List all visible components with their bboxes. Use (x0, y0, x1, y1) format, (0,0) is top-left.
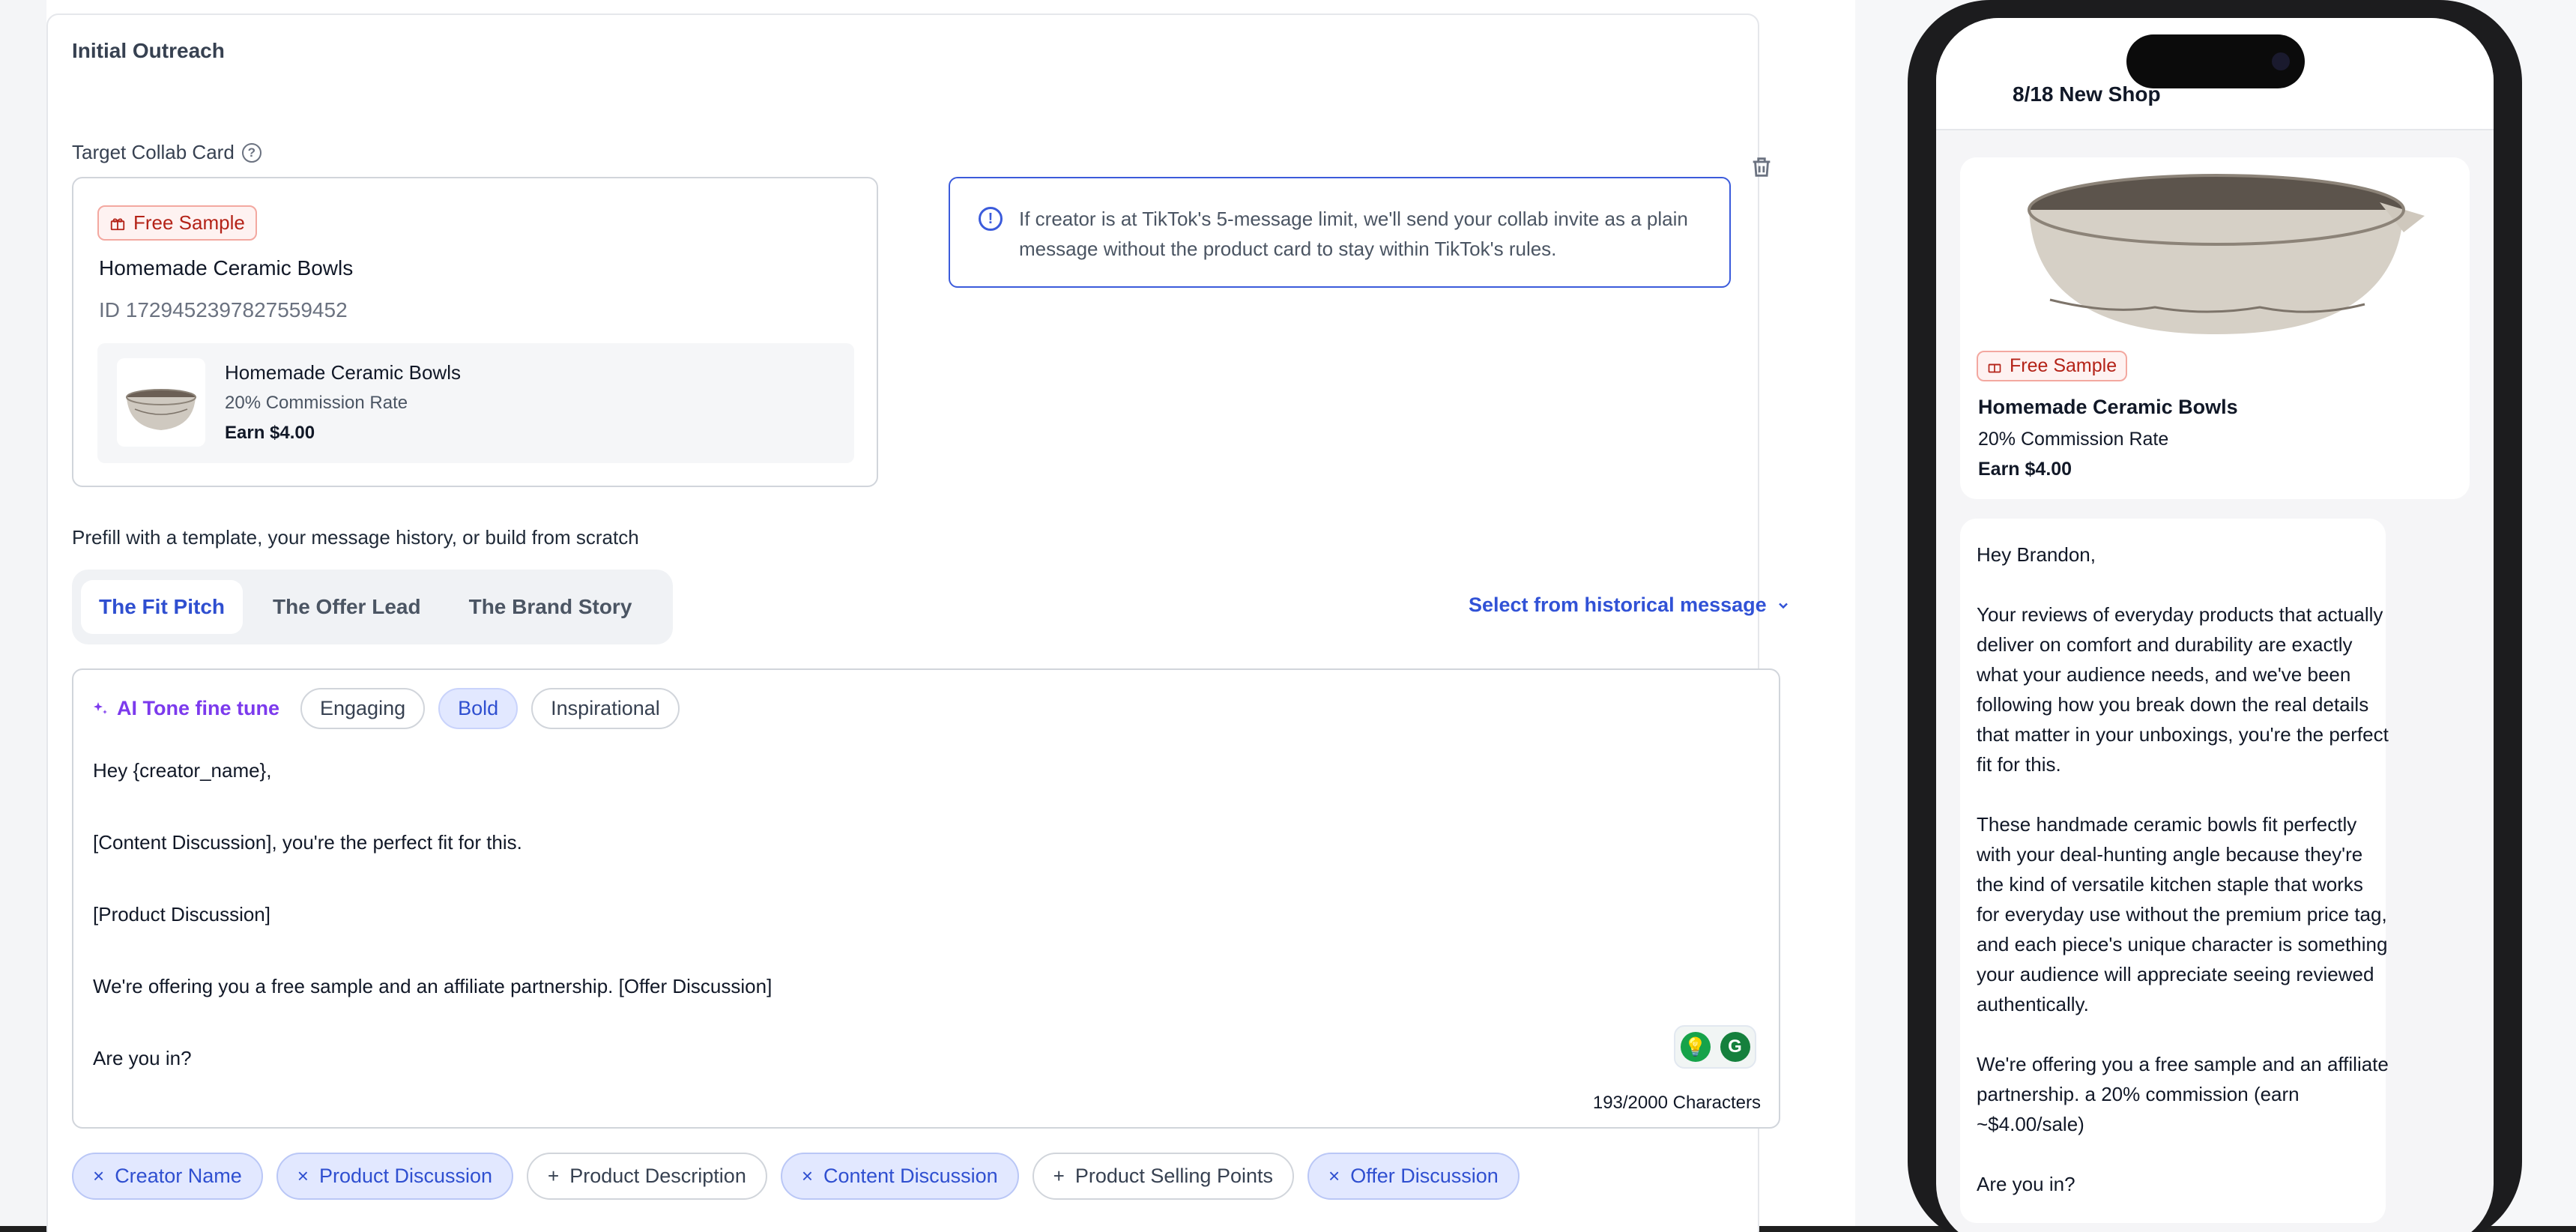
phone-preview: 8/18 New Shop Free Sample Homemade Ceram… (1936, 18, 2494, 1232)
lightbulb-icon[interactable]: 💡 (1680, 1032, 1711, 1062)
trash-icon[interactable] (1749, 154, 1774, 180)
phone-earn: Earn $4.00 (1978, 459, 2072, 480)
product-row: Homemade Ceramic Bowls 20% Commission Ra… (97, 343, 854, 463)
bowl-image (2028, 174, 2425, 334)
chip-label: Creator Name (115, 1165, 242, 1187)
phone-title: 8/18 New Shop (2013, 82, 2161, 106)
bowl-image (126, 389, 196, 430)
chip-product-description[interactable]: + Product Description (527, 1153, 767, 1200)
add-icon: + (548, 1165, 560, 1187)
remove-icon: × (297, 1165, 309, 1187)
sparkle-icon (94, 701, 107, 714)
product-id: ID 1729452397827559452 (99, 298, 348, 321)
dynamic-island (2126, 34, 2305, 88)
product-name: Homemade Ceramic Bowls (99, 256, 354, 280)
badge-label: Free Sample (133, 211, 245, 234)
chip-content-discussion[interactable]: × Content Discussion (780, 1153, 1019, 1200)
chip-product-selling-points[interactable]: + Product Selling Points (1032, 1153, 1294, 1200)
tone-engaging[interactable]: Engaging (300, 688, 426, 729)
collab-label: Target Collab Card (72, 141, 235, 163)
badge-label: Free Sample (2010, 355, 2117, 376)
add-icon: + (1053, 1165, 1065, 1187)
info-text: If creator is at TikTok's 5-message limi… (1019, 208, 1688, 260)
phone-product-card[interactable]: Free Sample Homemade Ceramic Bowls 20% C… (1960, 157, 2470, 499)
phone-free-sample-badge: Free Sample (1977, 351, 2128, 381)
tone-row: AI Tone fine tune Engaging Bold Inspirat… (91, 688, 680, 729)
tab-fit-pitch[interactable]: The Fit Pitch (81, 580, 243, 634)
grammarly-widget[interactable]: 💡 G (1674, 1025, 1756, 1069)
chip-label: Content Discussion (823, 1165, 998, 1187)
phone-message-bubble: Hey Brandon, Your reviews of everyday pr… (1960, 519, 2389, 1223)
message-editor[interactable]: AI Tone fine tune Engaging Bold Inspirat… (72, 668, 1780, 1129)
gift-icon (1988, 363, 2001, 372)
remove-icon: × (801, 1165, 814, 1187)
chip-creator-name[interactable]: × Creator Name (72, 1153, 263, 1200)
row-commission: 20% Commission Rate (225, 393, 408, 413)
gift-icon (110, 217, 125, 230)
tone-inspirational[interactable]: Inspirational (531, 688, 680, 729)
section-title: Initial Outreach (72, 39, 225, 62)
help-icon[interactable]: ? (241, 142, 261, 163)
tone-bold[interactable]: Bold (438, 688, 518, 729)
phone-commission: 20% Commission Rate (1978, 429, 2169, 450)
phone-product-image (1960, 157, 2470, 334)
chevron-down-icon (1778, 603, 1788, 609)
remove-icon: × (1328, 1165, 1340, 1187)
tab-brand-story[interactable]: The Brand Story (451, 580, 650, 634)
product-thumbnail (117, 358, 205, 447)
remove-icon: × (93, 1165, 105, 1187)
ai-tone-label: AI Tone fine tune (91, 697, 279, 720)
chip-label: Offer Discussion (1350, 1165, 1499, 1187)
camera-icon (2272, 52, 2290, 70)
chip-label: Product Selling Points (1074, 1165, 1273, 1187)
tab-offer-lead[interactable]: The Offer Lead (255, 580, 439, 634)
chip-label: Product Discussion (318, 1165, 493, 1187)
chip-label: Product Description (569, 1165, 746, 1187)
template-tabs: The Fit Pitch The Offer Lead The Brand S… (72, 570, 673, 644)
row-earn: Earn $4.00 (225, 423, 315, 443)
collab-label-row: Target Collab Card ? (72, 141, 261, 164)
phone-product-name: Homemade Ceramic Bowls (1978, 396, 2238, 418)
message-text[interactable]: Hey {creator_name}, [Content Discussion]… (93, 752, 772, 1076)
collab-card[interactable]: Free Sample Homemade Ceramic Bowls ID 17… (72, 177, 878, 487)
chip-offer-discussion[interactable]: × Offer Discussion (1307, 1153, 1520, 1200)
info-notice: ! If creator is at TikTok's 5-message li… (949, 177, 1731, 288)
historical-message-select[interactable]: Select from historical message (1469, 594, 1791, 617)
row-product-name: Homemade Ceramic Bowls (225, 361, 461, 384)
chip-product-discussion[interactable]: × Product Discussion (276, 1153, 514, 1200)
free-sample-badge: Free Sample (97, 205, 257, 241)
variable-chips: × Creator Name × Product Discussion + Produ… (72, 1153, 1520, 1200)
grammarly-icon[interactable]: G (1720, 1032, 1750, 1062)
char-count: 193/2000 Characters (1592, 1093, 1761, 1113)
historical-message-label: Select from historical message (1469, 594, 1767, 616)
phone-message-text: Hey Brandon, Your reviews of everyday pr… (1977, 543, 2389, 1195)
prefill-label: Prefill with a template, your message hi… (72, 526, 639, 549)
ai-tone-text: AI Tone fine tune (117, 697, 279, 719)
left-gutter (0, 0, 46, 1226)
info-icon: ! (979, 207, 1003, 231)
